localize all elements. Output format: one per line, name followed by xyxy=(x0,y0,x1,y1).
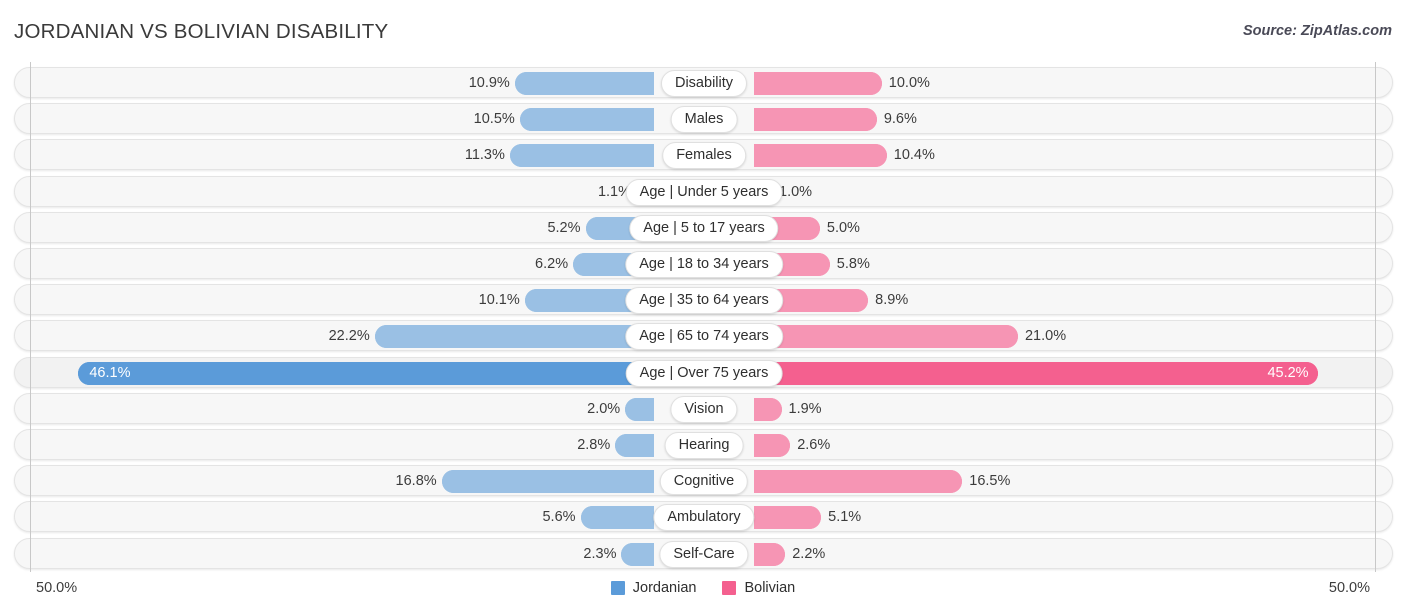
value-label-jordanian: 1.1% xyxy=(597,183,631,200)
bar-jordanian xyxy=(78,361,654,385)
bar-bolivian xyxy=(754,506,822,530)
legend-label: Bolivian xyxy=(744,580,796,596)
category-label-pill[interactable]: Cognitive xyxy=(659,468,749,496)
legend-swatch-icon xyxy=(610,581,625,595)
value-label-bolivian: 5.1% xyxy=(828,509,862,526)
bar-jordanian xyxy=(514,72,654,95)
bar-jordanian xyxy=(374,325,654,349)
chart-header: JORDANIAN VS BOLIVIAN DISABILITY Source:… xyxy=(0,0,1406,62)
value-label-bolivian: 2.6% xyxy=(797,437,831,453)
bar-bolivian xyxy=(754,470,963,494)
value-label-bolivian: 10.4% xyxy=(893,147,935,164)
value-label-jordanian: 46.1% xyxy=(89,364,131,381)
value-label-bolivian: 2.2% xyxy=(792,545,826,562)
table-row[interactable]: 16.8% 16.5% Cognitive xyxy=(14,465,1393,497)
bar-bolivian xyxy=(754,361,1318,385)
value-label-bolivian: 1.0% xyxy=(779,183,813,200)
category-label-pill[interactable]: Hearing xyxy=(664,432,744,459)
bar-jordanian xyxy=(625,397,654,421)
category-label-pill[interactable]: Age | 18 to 34 years xyxy=(625,251,783,278)
table-row[interactable]: 10.5% 9.6% Males xyxy=(14,103,1393,135)
category-label-pill[interactable]: Vision xyxy=(670,395,738,423)
gridline-right xyxy=(1375,62,1376,572)
category-label-pill[interactable]: Females xyxy=(662,142,746,170)
value-label-jordanian: 10.5% xyxy=(473,111,515,128)
value-label-bolivian: 8.9% xyxy=(875,292,909,309)
gridline-left xyxy=(30,62,31,572)
value-label-jordanian: 2.8% xyxy=(577,437,611,453)
chart-plot-area: 10.9% 10.0% Disability 10.5% 9.6% Males 11.3% 1… xyxy=(0,62,1406,572)
category-label-pill[interactable]: Age | 5 to 17 years xyxy=(629,214,779,242)
value-label-jordanian: 16.8% xyxy=(395,473,437,490)
value-label-bolivian: 16.5% xyxy=(969,473,1011,490)
legend-item[interactable]: Bolivian xyxy=(722,580,795,596)
value-label-jordanian: 5.2% xyxy=(547,219,581,236)
value-label-jordanian: 11.3% xyxy=(464,147,505,164)
chart-footer: 50.0% 50.0% Jordanian Bolivian xyxy=(0,572,1406,612)
value-label-jordanian: 10.1% xyxy=(478,292,520,309)
category-label-pill[interactable]: Disability xyxy=(660,70,748,97)
page-title: JORDANIAN VS BOLIVIAN DISABILITY xyxy=(14,20,389,43)
category-label-pill[interactable]: Males xyxy=(670,106,738,134)
bar-jordanian xyxy=(580,506,654,530)
category-label-pill[interactable]: Ambulatory xyxy=(653,504,755,532)
value-label-bolivian: 9.6% xyxy=(883,111,917,128)
bar-jordanian xyxy=(615,434,654,457)
table-row[interactable]: 46.1% 45.2% Age | Over 75 years xyxy=(14,356,1393,388)
table-row[interactable]: 2.8% 2.6% Hearing xyxy=(14,429,1393,460)
table-row[interactable]: 22.2% 21.0% Age | 65 to 74 years xyxy=(14,320,1393,352)
category-label-pill[interactable]: Age | 35 to 64 years xyxy=(625,287,783,315)
table-row[interactable]: 1.1% 1.0% Age | Under 5 years xyxy=(14,175,1393,207)
table-row[interactable]: 5.2% 5.0% Age | 5 to 17 years xyxy=(14,211,1393,243)
bar-jordanian xyxy=(441,470,654,494)
table-row[interactable]: 2.3% 2.2% Self-Care xyxy=(14,537,1393,569)
value-label-bolivian: 10.0% xyxy=(888,75,930,91)
table-row[interactable]: 6.2% 5.8% Age | 18 to 34 years xyxy=(14,248,1393,279)
bar-jordanian xyxy=(509,144,654,168)
bar-bolivian xyxy=(754,434,791,457)
category-label-pill[interactable]: Age | Over 75 years xyxy=(625,359,783,387)
value-label-bolivian: 45.2% xyxy=(1267,364,1309,381)
bar-bolivian xyxy=(754,325,1018,349)
value-label-jordanian: 10.9% xyxy=(468,75,510,91)
source-attribution: Source: ZipAtlas.com xyxy=(1242,23,1392,39)
category-label-pill[interactable]: Age | 65 to 74 years xyxy=(625,323,783,351)
table-row[interactable]: 5.6% 5.1% Ambulatory xyxy=(14,501,1393,533)
legend-label: Jordanian xyxy=(632,580,697,596)
value-label-bolivian: 1.9% xyxy=(788,400,822,417)
table-row[interactable]: 11.3% 10.4% Females xyxy=(14,139,1393,171)
value-label-jordanian: 2.0% xyxy=(587,400,621,417)
value-label-bolivian: 5.0% xyxy=(826,219,860,236)
table-row[interactable]: 2.0% 1.9% Vision xyxy=(14,392,1393,424)
bar-bolivian xyxy=(754,108,877,132)
value-label-jordanian: 2.3% xyxy=(583,545,617,562)
legend-swatch-icon xyxy=(722,581,737,595)
bar-bolivian xyxy=(754,72,882,95)
value-label-jordanian: 6.2% xyxy=(535,256,569,272)
table-row[interactable]: 10.9% 10.0% Disability xyxy=(14,67,1393,98)
category-label-pill[interactable]: Self-Care xyxy=(659,540,749,568)
value-label-bolivian: 5.8% xyxy=(836,256,870,272)
value-label-jordanian: 5.6% xyxy=(542,509,576,526)
chart-root: JORDANIAN VS BOLIVIAN DISABILITY Source:… xyxy=(0,0,1406,612)
bar-bolivian xyxy=(754,144,887,168)
value-label-jordanian: 22.2% xyxy=(328,328,370,345)
table-row[interactable]: 10.1% 8.9% Age | 35 to 64 years xyxy=(14,284,1393,316)
value-label-bolivian: 21.0% xyxy=(1024,328,1067,345)
bar-bolivian xyxy=(754,542,786,566)
chart-legend: Jordanian Bolivian xyxy=(0,580,1406,596)
legend-item[interactable]: Jordanian xyxy=(610,580,697,596)
bar-bolivian xyxy=(754,397,782,421)
category-label-pill[interactable]: Age | Under 5 years xyxy=(625,178,783,206)
bar-jordanian xyxy=(621,542,654,566)
bar-jordanian xyxy=(519,108,654,132)
